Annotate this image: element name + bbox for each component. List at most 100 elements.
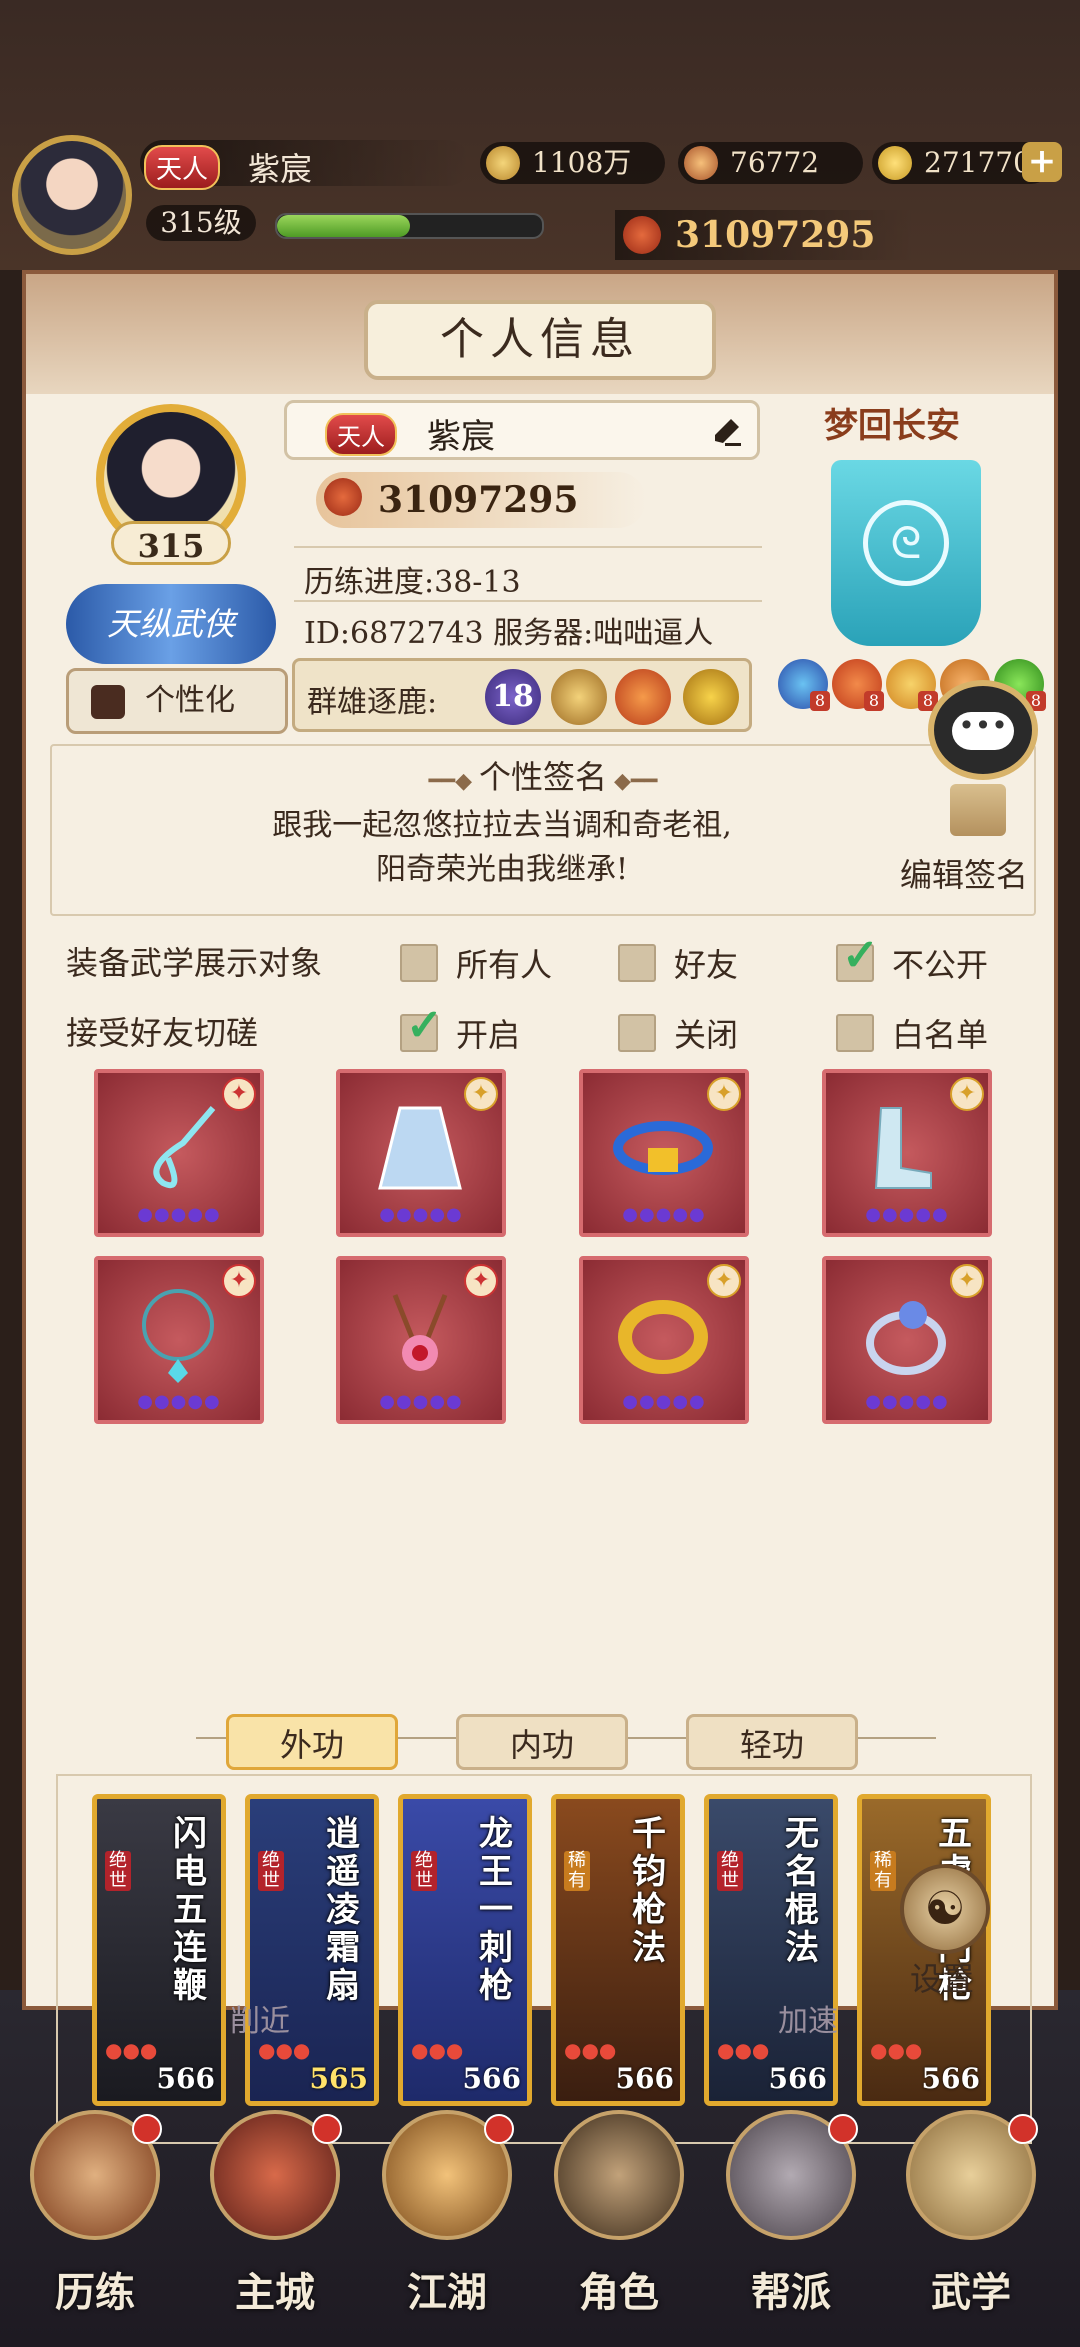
nav-label: 武学 [931,2269,1011,2316]
nav-martial-arts[interactable]: 武学 [896,2100,1046,2320]
edit-signature-button[interactable]: 编辑签名 [900,850,1028,896]
tab-inner-skill[interactable]: 内功 [456,1714,628,1770]
bracelet-icon [618,1300,708,1374]
yuanbao-counter: 76772 [678,142,863,184]
skill-name: 无名棍法 [785,1814,819,1968]
skill-card[interactable]: 五虎断门枪 稀有 ●●● 566 [857,1794,991,2106]
equip-slot-bracelet[interactable]: ✦ ●●●●● [579,1256,749,1424]
skill-card[interactable]: 龙王一刺枪 绝世 ●●● 566 [398,1794,532,2106]
profile-power-value: 31097295 [378,479,579,521]
nav-guild[interactable]: 帮派 [716,2100,866,2320]
scroll-icon[interactable] [950,784,1006,836]
chat-button[interactable]: ••• [928,680,1038,780]
quality-pips: ●●●●● [137,1204,221,1225]
checkbox-private[interactable]: ✓ [836,930,879,982]
checkbox-on[interactable]: ✓ [400,1000,443,1052]
search-icon[interactable] [683,669,739,725]
panel-title: 个人信息 [364,300,716,380]
guild-name: 梦回长安 [824,406,960,446]
nav-label: 角色 [579,2269,659,2316]
nav-main-city[interactable]: 主城 [200,2100,350,2320]
equip-slot-ring[interactable]: ✦ ●●●●● [822,1256,992,1424]
skill-card[interactable]: 无名棍法 绝世 ●●● 566 [704,1794,838,2106]
nav-character[interactable]: 角色 [544,2100,694,2320]
profile-level: 315 [111,521,231,565]
personalize-label: 个性化 [145,683,235,718]
divider [294,600,762,602]
option-all-label[interactable]: 所有人 [456,940,552,986]
nav-label: 历练 [55,2269,135,2316]
skill-gem-icons: ●●● [258,2038,311,2062]
guild-banner[interactable]: ᘓ [831,460,981,646]
quality-pips: ●●●●● [622,1391,706,1412]
top-power-value: 31097295 [675,214,876,256]
yuanbao-value: 76772 [730,146,820,179]
nav-jianghu[interactable]: 江湖 [372,2100,522,2320]
skill-level: 566 [615,2062,674,2095]
ornament-left-icon: ━━◆ [428,769,479,794]
tab-light-skill[interactable]: 轻功 [686,1714,858,1770]
arena-rank-badge[interactable]: 18 [485,669,541,725]
skill-rarity-tag: 绝世 [258,1851,284,1891]
option-off-label[interactable]: 关闭 [674,1010,738,1056]
skill-card[interactable]: 闪电五连鞭 绝世 ●●● 566 [92,1794,226,2106]
crossed-swords-icon[interactable] [615,669,671,725]
option-private-label[interactable]: 不公开 [892,940,988,986]
checkbox-all[interactable] [400,944,438,982]
checkbox-whitelist[interactable] [836,1014,874,1052]
settings-button[interactable]: ☯ [900,1864,990,1954]
option-friends-label[interactable]: 好友 [674,940,738,986]
skill-gem-icons: ●●● [717,2038,770,2062]
gold-value: 271770 [924,146,1031,179]
check-icon: ✓ [842,930,879,981]
signature-title: ━━◆ 个性签名 ◆━━ [52,752,1034,798]
signature-box: ━━◆ 个性签名 ◆━━ 跟我一起忽悠拉拉去当调和奇老祖, 阳奇荣光由我继承! … [50,744,1036,916]
settings-label[interactable]: 设置 [910,1954,974,2000]
skill-name: 龙王一刺枪 [479,1814,513,2006]
skill-level: 566 [156,2062,215,2095]
ornament-right-icon: ◆━━ [607,769,658,794]
skill-card[interactable]: 逍遥凌霜扇 绝世 ●●● 565 [245,1794,379,2106]
nav-training[interactable]: 历练 [20,2100,170,2320]
skill-gem-icons: ●●● [105,2038,158,2062]
gem-count: 8 [864,691,884,711]
option-on-label[interactable]: 开启 [456,1010,520,1056]
equip-slot-necklace[interactable]: ✦ ●●●●● [94,1256,264,1424]
skill-level: 566 [462,2062,521,2095]
skill-name: 闪电五连鞭 [173,1814,207,2006]
trident-icon[interactable] [551,669,607,725]
checkbox-friends[interactable] [618,944,656,982]
equip-slot-whip[interactable]: ✦ ●●●●● [94,1069,264,1237]
power-icon [324,478,362,516]
skill-level: 565 [309,2062,368,2095]
xp-bar [275,213,544,239]
gem-count: 8 [810,691,830,711]
top-power: 31097295 [615,210,915,260]
quality-pips: ●●●●● [379,1204,463,1225]
option-whitelist-label[interactable]: 白名单 [892,1010,988,1056]
background-label-left: 削近 [230,2004,290,2039]
equip-slot-robe[interactable]: ✦ ●●●●● [336,1069,506,1237]
equip-slot-hairpin[interactable]: ✦ ●●●●● [336,1256,506,1424]
personalize-button[interactable]: 个性化 [66,668,288,734]
add-gold-button[interactable]: + [1022,142,1062,182]
background-label-right: 加速 [778,2004,838,2039]
signature-line: 跟我一起忽悠拉拉去当调和奇老祖, [272,808,732,843]
equip-slot-boots[interactable]: ✦ ●●●●● [822,1069,992,1237]
profile-power: 31097295 [316,472,646,528]
skill-gem-icons: ●●● [870,2038,923,2062]
robe-icon [378,1106,462,1190]
skill-card[interactable]: 千钧枪法 稀有 ●●● 566 [551,1794,685,2106]
xp-bar-fill [277,215,410,237]
notification-dot [1008,2114,1038,2144]
hairpin-icon [392,1294,448,1371]
signature-title-text: 个性签名 [478,758,607,796]
equip-slot-belt[interactable]: ✦ ●●●●● [579,1069,749,1237]
nav-label: 主城 [235,2269,315,2316]
tab-outer-skill[interactable]: 外功 [226,1714,398,1770]
power-icon [623,216,661,254]
player-avatar[interactable] [12,135,132,255]
edit-name-icon[interactable] [709,413,745,449]
checkbox-off[interactable] [618,1014,656,1052]
skill-level: 566 [768,2062,827,2095]
